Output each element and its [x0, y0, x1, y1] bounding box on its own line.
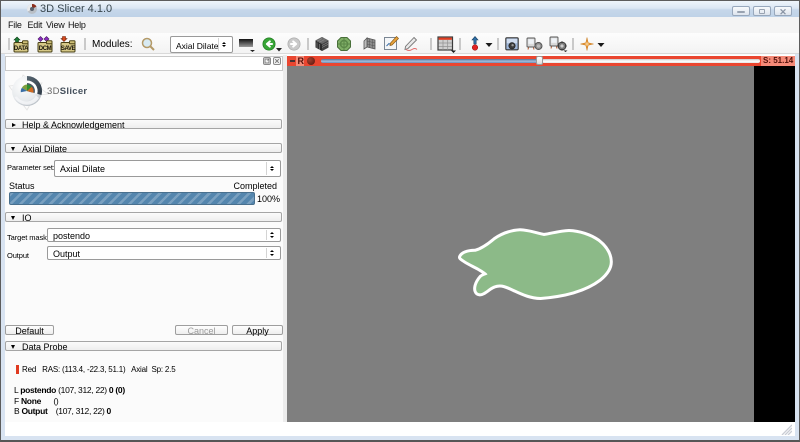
svg-text:SAVE: SAVE — [61, 46, 76, 52]
svg-text:DATA: DATA — [14, 46, 29, 52]
svg-text:DCM: DCM — [39, 46, 52, 52]
